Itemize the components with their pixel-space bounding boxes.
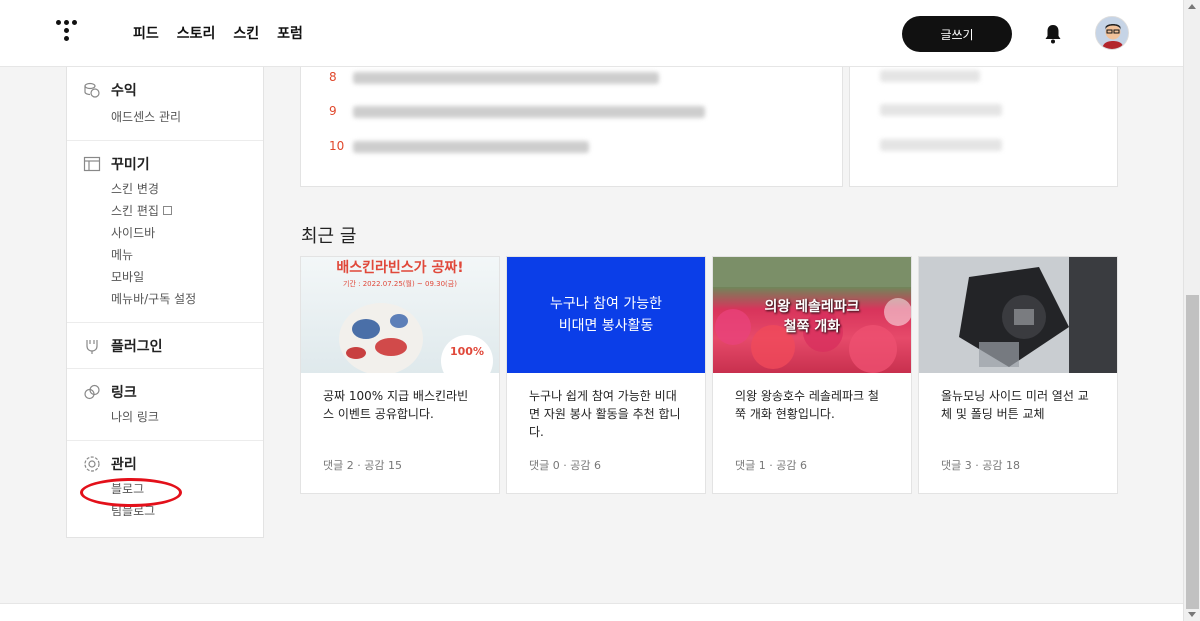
post-thumbnail: 누구나 참여 가능한 비대면 봉사활동 [507,257,705,373]
sidebar-title-label: 링크 [111,385,137,401]
blurred-text [880,104,1002,116]
layout-icon [83,156,101,172]
thumb-period: 기간 : 2022.07.25(월) ~ 09.30(금) [343,280,457,288]
coins-icon [84,82,100,98]
post-title[interactable]: 누구나 쉽게 참여 가능한 비대면 자원 봉사 활동을 추천 합니다. [507,373,705,445]
nav-skin[interactable]: 스킨 [233,23,259,43]
thumb-line-1: 의왕 레솔레파크 [764,299,860,315]
thumb-line-2: 비대면 봉사활동 [558,318,654,334]
post-meta: 댓글 1 · 공감 6 [735,459,807,472]
sidebar-link-mobile[interactable]: 모바일 [67,266,263,288]
post-card[interactable]: 누구나 참여 가능한 비대면 봉사활동 누구나 쉽게 참여 가능한 비대면 자원… [506,256,706,494]
rank-number: 10 [329,139,345,153]
nav-feed[interactable]: 피드 [133,23,159,43]
sidebar-item-design[interactable]: 꾸미기 [67,154,263,174]
rank-number: 8 [329,70,337,84]
footer-edge [0,603,1183,621]
mirror-part-photo [919,257,1117,373]
post-thumbnail: 의왕 레솔레파크 철쭉 개화 [713,257,911,373]
sidebar-item-revenue[interactable]: 수익 [67,80,263,100]
bell-icon[interactable] [1044,24,1062,44]
post-card[interactable]: 올뉴모닝 사이드 미러 열선 교체 및 폴딩 버튼 교체 댓글 3 · 공감 1… [918,256,1118,494]
post-meta: 댓글 2 · 공감 15 [323,459,402,472]
sidebar: 수익 애드센스 관리 꾸미기 스킨 변경 스킨 편집 사이드바 메뉴 모바일 메… [66,67,264,538]
thumb-title: 배스킨라빈스가 공짜! [336,260,464,276]
post-title[interactable]: 의왕 왕송호수 레솔레파크 철쭉 개화 현황입니다. [713,373,911,445]
sidebar-title-label: 관리 [111,457,137,473]
blurred-text [880,139,1002,151]
post-meta: 댓글 3 · 공감 18 [941,459,1020,472]
sidebar-link-my-link[interactable]: 나의 링크 [67,406,263,428]
main-nav: 피드 스토리 스킨 포럼 [133,23,303,43]
thumb-line-2: 철쭉 개화 [783,319,841,335]
thumb-text: 누구나 참여 가능한 비대면 봉사활동 [507,293,705,337]
skin-edit-label: 스킨 편집 [111,204,159,218]
post-meta: 댓글 0 · 공감 6 [529,459,601,472]
nav-forum[interactable]: 포럼 [277,23,303,43]
link-icon [84,384,100,400]
blurred-post-title[interactable] [353,106,705,118]
thumb-text: 의왕 레솔레파크 철쭉 개화 [713,297,911,337]
rank-number: 9 [329,104,337,118]
sidebar-title-label: 플러그인 [111,339,163,355]
sidebar-item-plugin[interactable]: 플러그인 [67,336,263,356]
popular-posts-card: 8 9 10 [300,67,843,187]
sidebar-link-menu[interactable]: 메뉴 [67,244,263,266]
sidebar-section-revenue: 수익 애드센스 관리 [67,67,263,141]
sidebar-link-skin-edit[interactable]: 스킨 편집 [67,200,263,222]
post-card[interactable]: 배스킨라빈스가 공짜! 기간 : 2022.07.25(월) ~ 09.30(금… [300,256,500,494]
sidebar-item-link[interactable]: 링크 [67,382,263,402]
scroll-up-arrow-icon[interactable] [1188,4,1196,9]
plug-icon [86,340,98,354]
recent-posts-heading: 최근 글 [301,226,357,247]
scroll-thumb[interactable] [1186,295,1199,609]
page-scrollbar[interactable] [1183,0,1200,621]
avatar[interactable] [1095,16,1129,50]
external-link-icon [162,206,172,215]
sidebar-section-link: 링크 나의 링크 [67,369,263,441]
sidebar-title-label: 수익 [111,83,137,99]
blurred-post-title[interactable] [353,72,659,84]
top-header: 피드 스토리 스킨 포럼 글쓰기 [0,0,1200,67]
side-stats-card [849,67,1118,187]
post-thumbnail [919,257,1117,373]
percent-badge: 100% [441,335,493,373]
sidebar-link-skin-change[interactable]: 스킨 변경 [67,178,263,200]
post-thumbnail: 배스킨라빈스가 공짜! 기간 : 2022.07.25(월) ~ 09.30(금… [301,257,499,373]
gear-icon [84,456,100,472]
scroll-down-arrow-icon[interactable] [1188,612,1196,617]
sidebar-link-sidebar[interactable]: 사이드바 [67,222,263,244]
sidebar-section-design: 꾸미기 스킨 변경 스킨 편집 사이드바 메뉴 모바일 메뉴바/구독 설정 [67,141,263,323]
sidebar-title-label: 꾸미기 [111,157,150,173]
post-title[interactable]: 공짜 100% 지급 배스킨라빈스 이벤트 공유합니다. [301,373,499,445]
blurred-post-title[interactable] [353,141,589,153]
post-title[interactable]: 올뉴모닝 사이드 미러 열선 교체 및 폴딩 버튼 교체 [919,373,1117,445]
blurred-text [880,70,980,82]
post-card[interactable]: 의왕 레솔레파크 철쭉 개화 의왕 왕송호수 레솔레파크 철쭉 개화 현황입니다… [712,256,912,494]
sidebar-item-manage[interactable]: 관리 [67,454,263,474]
sidebar-link-menubar[interactable]: 메뉴바/구독 설정 [67,288,263,310]
sidebar-section-plugin: 플러그인 [67,323,263,369]
nav-story[interactable]: 스토리 [177,23,216,43]
highlight-circle [80,478,182,507]
tistory-logo[interactable] [56,20,78,46]
write-button[interactable]: 글쓰기 [902,16,1012,52]
ice-cream-image [339,303,423,373]
sidebar-link-adsense[interactable]: 애드센스 관리 [67,106,263,128]
thumb-line-1: 누구나 참여 가능한 [550,296,662,312]
